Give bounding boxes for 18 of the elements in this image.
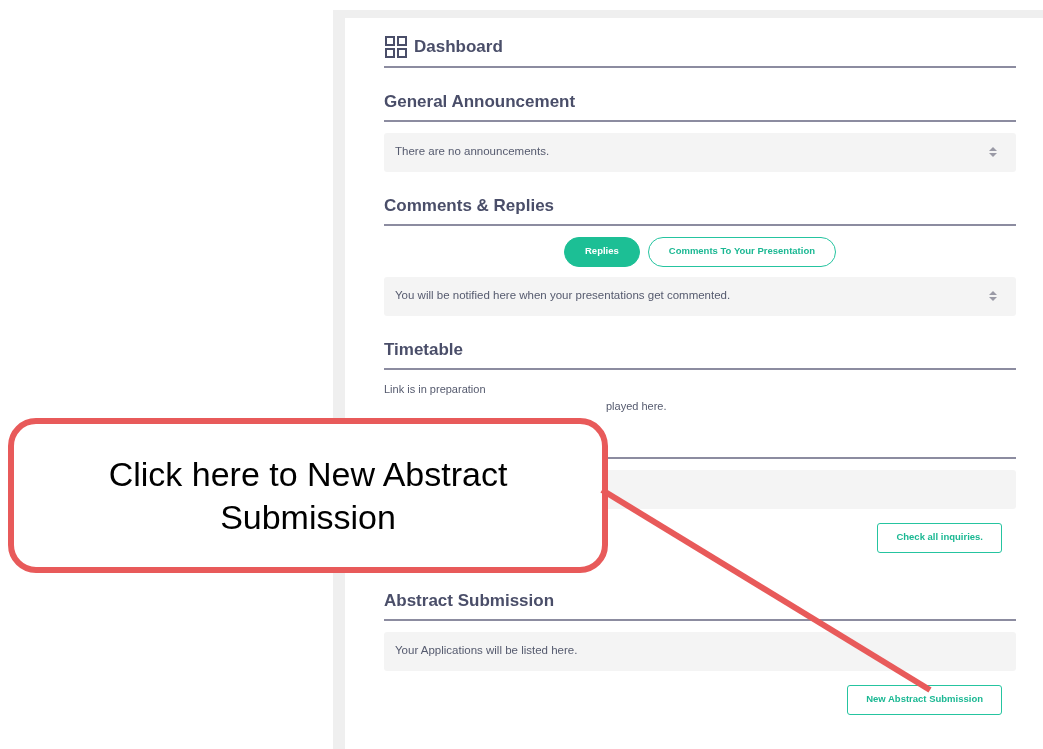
action-button[interactable]: New Abstract Submission bbox=[847, 684, 1002, 715]
sort-icon bbox=[988, 290, 998, 302]
section-heading: Timetable bbox=[384, 339, 464, 359]
page-title: Dashboard bbox=[414, 36, 503, 58]
section-heading: General Announcement bbox=[384, 91, 576, 111]
grid-icon bbox=[384, 34, 408, 59]
message-text: Your Applications will be listed here. bbox=[395, 643, 578, 659]
timetable-text: played here. bbox=[605, 398, 667, 414]
message-text: You will be notified here when your presentations get commented. bbox=[395, 288, 731, 304]
message-text: There are no announcements. bbox=[395, 144, 550, 160]
sort-icon bbox=[988, 146, 998, 158]
tab[interactable]: Replies bbox=[564, 236, 640, 267]
timetable-text: Link is in preparation bbox=[384, 381, 486, 397]
action-button[interactable]: Check all inquiries. bbox=[877, 522, 1002, 553]
section-heading: Comments & Replies bbox=[384, 195, 555, 215]
section-heading: Abstract Submission bbox=[384, 590, 555, 610]
callout-text: Click here to New Abstract Submission bbox=[107, 453, 509, 538]
tab[interactable]: Comments To Your Presentation bbox=[647, 236, 836, 267]
